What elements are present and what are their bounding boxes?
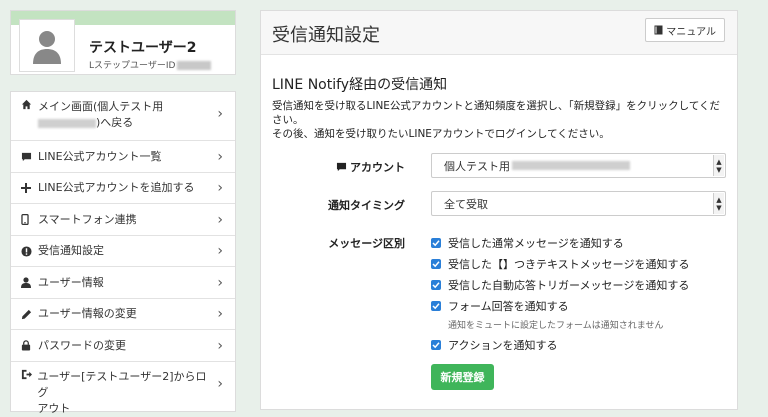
chevron-right-icon: › <box>217 337 223 354</box>
chat-bubble-icon <box>21 152 35 162</box>
option-auto-reply-trigger[interactable]: 受信した自動応答トリガーメッセージを通知する <box>431 277 689 293</box>
checkbox-checked-icon[interactable] <box>431 259 441 269</box>
pencil-icon <box>21 309 35 320</box>
chevron-right-icon: › <box>217 376 223 392</box>
profile-card: テストユーザー2 LステップユーザーID <box>10 10 236 75</box>
sidebar-item-label: ユーザー情報 <box>38 275 104 289</box>
page-title: 受信通知設定 <box>272 25 380 46</box>
profile-id: LステップユーザーID <box>89 58 212 71</box>
redacted-id <box>177 61 212 70</box>
option-bracket-message[interactable]: 受信した【】つきテキストメッセージを通知する <box>431 256 689 272</box>
option-form-answer[interactable]: フォーム回答を通知する <box>431 298 569 314</box>
register-button[interactable]: 新規登録 <box>431 364 494 390</box>
sidebar-item-logout[interactable]: ユーザー[テストユーザー2]からログ アウト › <box>11 362 235 415</box>
select-arrow-icon: ▲ ▼ <box>713 193 724 214</box>
form-mute-note: 通知をミュートに設定したフォームは通知されません <box>448 321 664 331</box>
timing-select[interactable]: 全て受取 ▲ ▼ <box>431 191 726 216</box>
checkbox-checked-icon[interactable] <box>431 301 441 311</box>
home-icon <box>21 99 35 110</box>
sidebar-item-notification-settings[interactable]: 受信通知設定 › <box>11 236 235 267</box>
sidebar-item-add-line-account[interactable]: LINE公式アカウントを追加する › <box>11 173 235 204</box>
sidebar-item-label: スマートフォン連携 <box>38 212 137 226</box>
user-icon <box>21 277 35 288</box>
option-normal-message[interactable]: 受信した通常メッセージを通知する <box>431 235 624 251</box>
profile-id-label: LステップユーザーID <box>89 61 176 71</box>
section-title: LINE Notify経由の受信通知 <box>272 77 448 93</box>
checkbox-checked-icon[interactable] <box>431 238 441 248</box>
redacted-account-id <box>512 161 630 170</box>
sidebar-menu: メイン画面(個人テスト用)へ戻る › LINE公式アカウント一覧 › LINE公… <box>10 91 236 415</box>
user-silhouette-icon <box>33 30 61 64</box>
panel-header: 受信通知設定 マニュアル <box>261 11 737 55</box>
sidebar-item-label: ユーザー情報の変更 <box>38 307 137 320</box>
avatar <box>19 19 75 72</box>
checkbox-checked-icon[interactable] <box>431 280 441 290</box>
chevron-right-icon: › <box>217 180 223 196</box>
sidebar-item-change-password[interactable]: パスワードの変更 › <box>11 330 235 362</box>
chevron-right-icon: › <box>217 148 223 165</box>
chevron-right-icon: › <box>217 306 223 322</box>
smartphone-icon <box>21 214 35 225</box>
alert-circle-icon <box>21 245 35 257</box>
chevron-right-icon: › <box>217 106 223 122</box>
chevron-right-icon: › <box>217 274 223 291</box>
manual-button-label: マニュアル <box>666 26 716 38</box>
description-line-2: その後、通知を受け取りたいLINEアカウントでログインしてください。 <box>272 128 610 140</box>
chevron-right-icon: › <box>217 243 223 259</box>
sidebar-item-label: メイン画面(個人テスト用)へ戻る <box>38 100 164 129</box>
lock-icon <box>21 340 35 351</box>
message-type-label: メッセージ区別 <box>328 237 405 250</box>
section-description: 受信通知を受け取るLINE公式アカウントと通知頻度を選択し、「新規登録」をクリッ… <box>272 99 727 141</box>
checkbox-checked-icon[interactable] <box>431 340 441 350</box>
chat-bubble-icon <box>336 162 347 172</box>
sidebar-item-label: パスワードの変更 <box>38 338 126 352</box>
chevron-right-icon: › <box>217 211 223 228</box>
book-icon <box>654 25 663 35</box>
option-action[interactable]: アクションを通知する <box>431 337 557 353</box>
timing-select-value: 全て受取 <box>444 197 488 211</box>
redacted-account-id <box>38 118 96 128</box>
plus-icon <box>21 183 35 193</box>
logout-icon <box>21 369 34 380</box>
description-line-1: 受信通知を受け取るLINE公式アカウントと通知頻度を選択し、「新規登録」をクリッ… <box>272 100 721 126</box>
account-label: アカウント <box>265 159 405 175</box>
select-arrow-icon: ▲ ▼ <box>713 155 724 176</box>
sidebar-item-smartphone[interactable]: スマートフォン連携 › <box>11 204 235 236</box>
notification-settings-panel: 受信通知設定 マニュアル LINE Notify経由の受信通知 受信通知を受け取… <box>260 10 738 410</box>
sidebar-item-user-info[interactable]: ユーザー情報 › <box>11 267 235 299</box>
sidebar-item-label: 受信通知設定 <box>38 244 104 257</box>
sidebar-item-label: LINE公式アカウントを追加する <box>38 181 195 194</box>
account-select-value: 個人テスト用 <box>444 159 510 173</box>
account-select[interactable]: 個人テスト用 ▲ ▼ <box>431 153 726 178</box>
sidebar-item-line-accounts[interactable]: LINE公式アカウント一覧 › <box>11 141 235 173</box>
timing-label: 通知タイミング <box>328 199 405 212</box>
sidebar-item-edit-user-info[interactable]: ユーザー情報の変更 › <box>11 299 235 330</box>
sidebar-item-label: ユーザー[テストユーザー2]からログ アウト <box>37 370 207 415</box>
profile-name: テストユーザー2 <box>89 40 197 56</box>
manual-button[interactable]: マニュアル <box>645 18 725 42</box>
sidebar-item-main-screen[interactable]: メイン画面(個人テスト用)へ戻る › <box>11 92 235 141</box>
sidebar-item-label: LINE公式アカウント一覧 <box>38 149 162 163</box>
